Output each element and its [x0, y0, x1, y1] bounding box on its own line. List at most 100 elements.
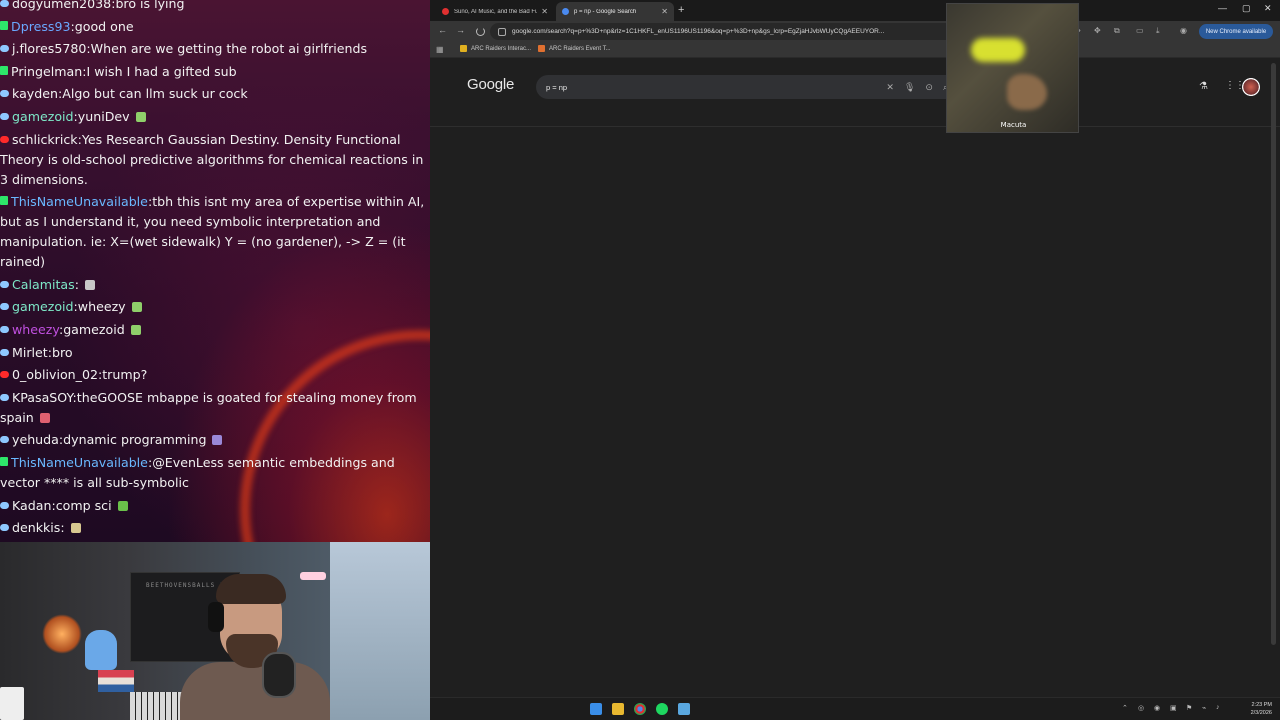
network-icon[interactable]: ⌁ — [1202, 704, 1206, 712]
chat-username[interactable]: Mirlet — [12, 345, 48, 360]
chat-username[interactable]: gamezoid — [12, 109, 74, 124]
chat-message: gamezoid:wheezy — [0, 297, 430, 317]
clock-time: 2:23 PM — [1251, 702, 1272, 708]
new-chrome-available-button[interactable]: New Chrome available — [1199, 24, 1273, 39]
file-explorer-icon[interactable] — [612, 703, 624, 715]
chat-message: dogyumen2038:bro is lying — [0, 0, 430, 14]
chat-emote-icon — [130, 324, 141, 335]
chat-username[interactable]: ThisNameUnavailable — [11, 455, 148, 470]
puzzle-icon[interactable]: ✥ — [1094, 26, 1101, 35]
tab-suno[interactable]: Suno, AI Music, and the Bad Fu ✕ — [436, 2, 554, 21]
chat-emote-icon — [84, 279, 95, 290]
tab-google-search[interactable]: p = np - Google Search ✕ — [556, 2, 674, 21]
chat-emote-icon — [39, 412, 50, 423]
chat-username[interactable]: gamezoid — [12, 299, 74, 314]
apps-icon[interactable]: ▦ — [436, 45, 444, 54]
volume-icon[interactable]: ♪ — [1216, 704, 1220, 711]
webcam-cup — [0, 687, 24, 720]
maximize-icon[interactable]: ▢ — [1242, 3, 1251, 14]
clock-date: 2/3/2026 — [1250, 710, 1272, 716]
site-info-icon[interactable] — [498, 27, 506, 36]
chat-username[interactable]: Calamitas — [12, 277, 75, 292]
tray-app-icon[interactable]: ⚑ — [1186, 704, 1192, 712]
bookmark-arc-raiders-event[interactable]: ARC Raiders Event T... — [538, 45, 611, 52]
chat-username[interactable]: j.flores5780 — [12, 41, 86, 56]
chat-message-list: dogyumen2038:bro is lying Dpress93:good o… — [0, 0, 430, 541]
chat-text: When are we getting the robot ai girlfri… — [90, 41, 368, 57]
tray-chevron-icon[interactable]: ⌃ — [1122, 704, 1128, 712]
close-window-icon[interactable]: ✕ — [1264, 3, 1272, 14]
back-icon[interactable]: ← — [438, 25, 447, 35]
chrome-icon[interactable] — [634, 703, 646, 715]
clear-icon[interactable]: ✕ — [886, 82, 894, 93]
google-logo[interactable]: Google — [467, 76, 514, 93]
chat-username[interactable]: Pringelman — [11, 64, 82, 79]
microphone-icon[interactable]: 🎙 — [904, 82, 915, 93]
bookmark-favicon-icon — [460, 45, 467, 52]
chat-badge-icon — [0, 112, 9, 120]
chat-separator: : — [60, 520, 65, 536]
chat-message: Kadan:comp sci — [0, 496, 430, 516]
app-icon[interactable] — [678, 703, 690, 715]
youtube-icon — [442, 8, 449, 15]
chat-username[interactable]: dogyumen2038 — [12, 0, 111, 11]
lens-icon[interactable]: ⊙ — [925, 82, 933, 93]
chat-username[interactable]: ThisNameUnavailable — [11, 194, 148, 209]
chat-username[interactable]: denkkis — [12, 520, 60, 535]
extensions-icon[interactable]: ⧉ — [1114, 26, 1120, 36]
profile-icon[interactable]: ◉ — [1180, 26, 1187, 35]
start-icon[interactable] — [590, 703, 602, 715]
chat-message: schlickrick:Yes Research Gaussian Destin… — [0, 130, 430, 190]
chat-emote-icon — [212, 435, 223, 446]
chat-username[interactable]: schlickrick — [12, 132, 78, 147]
chat-badge-icon — [0, 524, 9, 532]
stop-loading-icon[interactable] — [476, 27, 485, 36]
browser-toolbar: ← → google.com/search?q=p+%3D+np&rlz=1C1… — [430, 21, 1280, 42]
chat-text: yuniDev — [77, 108, 130, 124]
chat-username[interactable]: 0_oblivion_02 — [12, 367, 98, 382]
bookmarks-bar: ▦ ARC Raiders Interac... ARC Raiders Eve… — [430, 42, 1280, 58]
chat-message: Dpress93:good one — [0, 17, 430, 37]
chat-username[interactable]: wheezy — [12, 322, 59, 337]
tray-app-icon[interactable]: ▣ — [1170, 704, 1177, 712]
side-panel-icon[interactable]: ▭ — [1136, 26, 1144, 35]
chat-badge-icon — [0, 371, 9, 379]
tray-app-icon[interactable]: ◎ — [1138, 704, 1144, 712]
chat-badge-icon — [0, 303, 9, 311]
chat-badge-icon — [0, 0, 9, 7]
map-location-label: Macuta — [1000, 121, 1027, 129]
labs-flask-icon[interactable]: ⚗ — [1199, 81, 1208, 92]
account-avatar[interactable] — [1242, 78, 1260, 96]
google-favicon-icon — [562, 8, 569, 15]
chat-username[interactable]: Kadan — [12, 498, 51, 513]
bookmark-arc-raiders-interactive[interactable]: ARC Raiders Interac... — [460, 45, 531, 52]
google-search-box[interactable]: ✕ 🎙 ⊙ ⌕ — [536, 75, 958, 99]
page-scrollbar[interactable] — [1271, 63, 1276, 645]
download-icon[interactable]: ⤓ — [1156, 26, 1160, 36]
chat-badge-icon — [0, 348, 9, 356]
chat-username[interactable]: kayden — [12, 86, 58, 101]
spotify-icon[interactable] — [656, 703, 668, 715]
chat-text: bro is lying — [115, 0, 185, 11]
chat-badge-icon — [0, 325, 9, 333]
tab-title: Suno, AI Music, and the Bad Fu — [454, 8, 538, 15]
chat-badge-icon — [0, 456, 8, 466]
forward-icon[interactable]: → — [456, 25, 465, 35]
chat-username[interactable]: Dpress93 — [11, 19, 71, 34]
tray-app-icon[interactable]: ◉ — [1154, 704, 1160, 712]
chat-username[interactable]: yehuda — [12, 432, 59, 447]
minimize-icon[interactable]: — — [1218, 3, 1227, 13]
webcam-feed: BEETHOVENSBALLS 1 SUB — [0, 542, 430, 720]
search-input[interactable] — [546, 82, 887, 92]
close-tab-icon[interactable]: ✕ — [661, 7, 668, 16]
chat-text: bro — [51, 344, 73, 360]
chat-message: Mirlet:bro — [0, 343, 430, 363]
system-clock[interactable]: 2:23 PM 2/3/2026 — [1240, 701, 1272, 717]
map-marker-blob — [971, 38, 1025, 62]
chat-text: trump? — [102, 367, 148, 383]
close-tab-icon[interactable]: ✕ — [541, 7, 548, 16]
map-terrain — [1007, 74, 1047, 110]
chat-username[interactable]: KPasaSOY — [12, 390, 73, 405]
new-tab-button[interactable]: + — [678, 4, 684, 16]
webcam-lamp — [42, 614, 82, 654]
